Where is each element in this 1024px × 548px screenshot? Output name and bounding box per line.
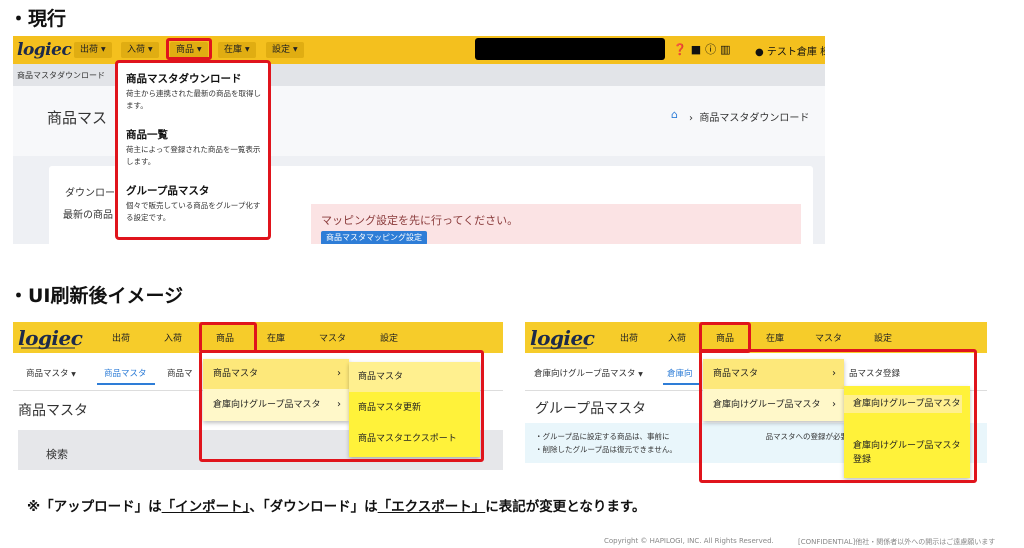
term-export: 「エクスポート」: [377, 499, 486, 515]
menu-receiving[interactable]: 入荷: [668, 331, 686, 344]
confidential-text: [CONFIDENTIAL]他社・関係者以外への開示はご遠慮願います: [798, 538, 996, 546]
caret-down-icon: ▼: [638, 371, 643, 378]
subnav-tab-warehouse-group[interactable]: 倉庫向: [667, 367, 693, 379]
subnav-dropdown[interactable]: 倉庫向けグループ品マスタ ▼: [534, 367, 643, 379]
page-title: 商品マス: [47, 109, 108, 127]
highlight-box: [166, 38, 212, 60]
dropdown-item-product-list[interactable]: 商品一覧 荷主によって登録された商品を一覧表示します。: [126, 127, 266, 168]
menu-stock[interactable]: 在庫: [766, 331, 784, 344]
term-import: 「インポート」: [161, 499, 250, 515]
caret-down-icon: ▼: [101, 46, 106, 53]
tab-product-master-download[interactable]: 商品マスタダウンロード: [17, 70, 105, 81]
caret-down-icon: ▼: [293, 46, 298, 53]
menu-shipping[interactable]: 出荷: [112, 331, 130, 344]
highlight-box: [699, 349, 977, 483]
dropdown-item-master-download[interactable]: 商品マスタダウンロード 荷主から連携された最新の商品を取得します。: [126, 71, 266, 112]
breadcrumb: › 商品マスタダウンロード: [689, 113, 810, 124]
menu-receiving[interactable]: 入荷: [164, 331, 182, 344]
menu-shipping[interactable]: 出荷 ▼: [74, 42, 112, 58]
new-ui-product-master-screenshot: logiec 出荷 入荷 商品 在庫 マスタ 設定 商品マスタ ▼ 商品マスタ …: [13, 322, 503, 470]
section-heading-new-ui: ・UI刷新後イメージ: [9, 285, 184, 307]
caret-down-icon: ▼: [148, 46, 153, 53]
caret-down-icon: ▼: [245, 46, 250, 53]
page-title: 商品マスタ: [18, 403, 88, 419]
menu-master[interactable]: マスタ: [319, 331, 346, 344]
user-icon: ●: [755, 47, 764, 58]
caret-down-icon: ▼: [71, 371, 76, 378]
dropdown-item-group-master[interactable]: グループ品マスタ 個々で販売している商品をグループ化する設定です。: [126, 183, 266, 224]
redacted-area: [475, 38, 665, 60]
menu-stock[interactable]: 在庫: [267, 331, 285, 344]
top-navbar: [13, 322, 503, 353]
mapping-settings-button[interactable]: 商品マスタマッピング設定: [321, 231, 427, 244]
menu-settings[interactable]: 設定: [380, 331, 398, 344]
page-title: グループ品マスタ: [535, 401, 647, 417]
menu-stock[interactable]: 在庫 ▼: [218, 42, 256, 58]
user-menu[interactable]: ● テスト倉庫 様 ▼: [755, 43, 825, 58]
alert-message: マッピング設定を先に行ってください。: [321, 214, 519, 227]
terminology-note: ※「アップロード」は「インポート」、「ダウンロード」は「エクスポート」に表記が変…: [27, 499, 646, 515]
new-ui-group-master-screenshot: logiec 出荷 入荷 商品 在庫 マスタ 設定 倉庫向けグループ品マスタ ▼…: [525, 322, 987, 487]
current-ui-screenshot: logiec 出荷 ▼ 入荷 ▼ 商品 ▼ 在庫 ▼ 設定 ▼ ❓ ■ ⓘ ▥ ● テスト倉庫 …: [13, 36, 825, 244]
alert-box: マッピング設定を先に行ってください。 商品マスタマッピング設定: [311, 204, 801, 244]
subnav-tab-product-master[interactable]: 商品マスタ: [104, 367, 147, 379]
info-icon[interactable]: ⓘ: [705, 43, 716, 56]
briefcase-icon[interactable]: ■: [691, 43, 701, 56]
menu-settings[interactable]: 設定 ▼: [266, 42, 304, 58]
card-heading: ダウンロー: [65, 188, 115, 199]
section-heading-current: ・現行: [9, 8, 67, 30]
menu-receiving[interactable]: 入荷 ▼: [121, 42, 159, 58]
home-icon[interactable]: ⌂: [671, 108, 678, 121]
subnav-tab-truncated[interactable]: 商品マ: [167, 367, 193, 379]
products-dropdown: 商品マスタダウンロード 荷主から連携された最新の商品を取得します。 商品一覧 荷…: [115, 60, 271, 240]
highlight-box: [199, 350, 484, 462]
help-icon[interactable]: ❓: [673, 43, 687, 56]
card-subtext: 最新の商品: [63, 210, 113, 221]
menu-settings[interactable]: 設定: [874, 331, 892, 344]
info-text-2: ・削除したグループ品は復元できません。: [535, 445, 677, 454]
chart-icon[interactable]: ▥: [720, 43, 730, 56]
subnav-dropdown[interactable]: 商品マスタ ▼: [26, 367, 76, 379]
search-label[interactable]: 検索: [46, 446, 68, 462]
menu-master[interactable]: マスタ: [815, 331, 842, 344]
menu-shipping[interactable]: 出荷: [620, 331, 638, 344]
logo[interactable]: logiec: [17, 40, 72, 60]
highlight-box: [199, 322, 257, 353]
copyright-text: Copyright © HAPILOGI, INC. All Rights Re…: [604, 537, 774, 545]
